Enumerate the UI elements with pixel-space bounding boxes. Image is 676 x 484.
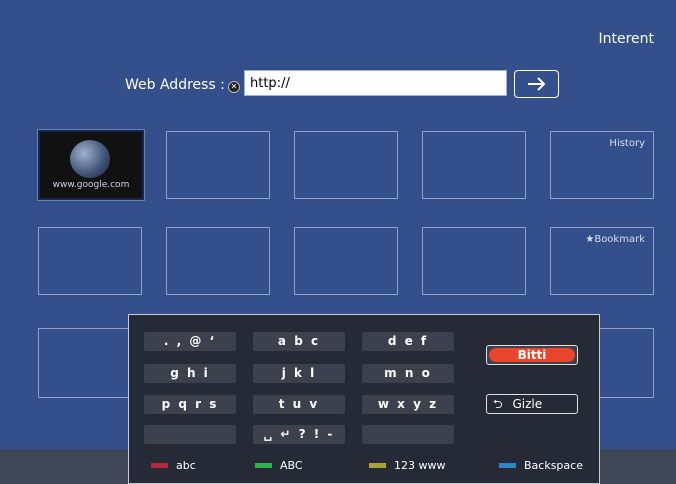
- on-screen-keyboard: . , @ ‘ a b c d e f g h i j k l m n o p …: [128, 314, 600, 484]
- tile-empty[interactable]: [294, 227, 398, 295]
- arrow-right-icon: [527, 77, 545, 91]
- tile-empty[interactable]: [166, 227, 270, 295]
- done-button[interactable]: Bitti: [486, 345, 578, 365]
- hide-keyboard-button[interactable]: ⮌ Gizle: [486, 394, 578, 414]
- page-title: Interent: [598, 31, 654, 47]
- green-key-swatch: [255, 463, 272, 468]
- tile-empty[interactable]: [38, 227, 142, 295]
- key-punct[interactable]: . , @ ‘: [144, 332, 236, 351]
- red-key-swatch: [151, 463, 168, 468]
- key-abc[interactable]: a b c: [253, 332, 345, 351]
- key-pqrs[interactable]: p q r s: [144, 395, 236, 414]
- key-jkl[interactable]: j k l: [253, 364, 345, 383]
- blue-key-swatch: [499, 463, 516, 468]
- legend-item-green: ABC: [255, 459, 303, 472]
- legend-item-yellow: 123 www: [369, 459, 445, 472]
- legend-label: Backspace: [524, 459, 583, 472]
- tile-empty[interactable]: [422, 131, 526, 199]
- return-icon: ⮌: [493, 397, 503, 411]
- thumbnail-caption: www.google.com: [52, 180, 130, 190]
- legend-item-blue: Backspace: [499, 459, 583, 472]
- web-address-label: Web Address :: [125, 77, 225, 93]
- tile-history[interactable]: History: [550, 131, 654, 199]
- yellow-key-swatch: [369, 463, 386, 468]
- globe-icon: [70, 140, 110, 178]
- legend-label: 123 www: [394, 459, 446, 472]
- tile-bookmark[interactable]: ★Bookmark: [550, 227, 654, 295]
- key-tuv[interactable]: t u v: [253, 395, 345, 414]
- tile-thumbnail-google[interactable]: www.google.com: [38, 130, 144, 200]
- go-button[interactable]: [514, 70, 559, 98]
- tile-empty[interactable]: [422, 227, 526, 295]
- done-label: Bitti: [489, 348, 575, 362]
- key-space-enter-symbols[interactable]: ␣ ↵ ? ! -: [253, 425, 345, 444]
- key-wxyz[interactable]: w x y z: [362, 395, 454, 414]
- url-input[interactable]: [244, 70, 507, 96]
- bookmark-label-wrap: ★Bookmark: [585, 234, 645, 245]
- key-blank[interactable]: [144, 425, 236, 444]
- key-ghi[interactable]: g h i: [144, 364, 236, 383]
- hide-label: Gizle: [512, 397, 543, 411]
- legend-label: abc: [176, 459, 196, 472]
- history-label: History: [609, 138, 645, 149]
- bookmark-label: Bookmark: [594, 234, 645, 245]
- key-mno[interactable]: m n o: [362, 364, 454, 383]
- star-icon: ★: [585, 234, 595, 245]
- tile-empty[interactable]: [38, 328, 142, 398]
- key-blank[interactable]: [362, 425, 454, 444]
- tile-empty[interactable]: [294, 131, 398, 199]
- clear-icon[interactable]: ✕: [228, 81, 240, 93]
- tile-empty[interactable]: [166, 131, 270, 199]
- legend-label: ABC: [280, 459, 303, 472]
- key-def[interactable]: d e f: [362, 332, 454, 351]
- legend-item-red: abc: [151, 459, 196, 472]
